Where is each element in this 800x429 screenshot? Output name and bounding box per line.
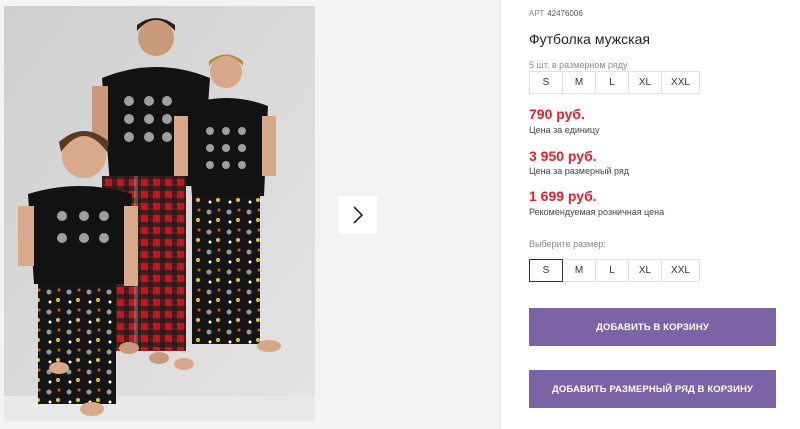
- pack-price: 3 950 руб.: [529, 148, 597, 164]
- size-selector: S M L XL XXL: [529, 259, 700, 282]
- pack-size-note: 5 шт. в размерном ряду: [529, 60, 628, 70]
- pack-price-label: Цена за размерный ряд: [529, 166, 630, 176]
- retail-price: 1 699 руб.: [529, 188, 597, 204]
- product-page: АРТ 42476006 Футболка мужская 5 шт. в раз…: [0, 0, 800, 429]
- article-value: 42476006: [547, 9, 583, 18]
- pack-size-l: L: [595, 71, 629, 94]
- size-option-s[interactable]: S: [529, 259, 563, 282]
- article-number: АРТ 42476006: [529, 9, 583, 18]
- add-to-cart-button[interactable]: Добавить в корзину: [529, 308, 776, 346]
- gallery-next-button[interactable]: [339, 196, 377, 234]
- product-title: Футболка мужская: [529, 31, 650, 47]
- product-gallery: [0, 0, 500, 429]
- size-option-l[interactable]: L: [595, 259, 629, 282]
- pack-size-xxl: XXL: [661, 71, 700, 94]
- pack-size-xl: XL: [628, 71, 662, 94]
- size-option-m[interactable]: M: [562, 259, 596, 282]
- size-option-xl[interactable]: XL: [628, 259, 662, 282]
- unit-price-label: Цена за единицу: [529, 125, 600, 135]
- size-select-label: Выберите размер:: [529, 239, 606, 249]
- unit-price: 790 руб.: [529, 106, 585, 122]
- chevron-right-icon: [353, 206, 364, 224]
- product-photo-illustration: [4, 6, 315, 421]
- size-option-xxl[interactable]: XXL: [661, 259, 700, 282]
- add-pack-to-cart-button[interactable]: Добавить размерный ряд в корзину: [529, 370, 776, 408]
- article-label: АРТ: [529, 9, 545, 18]
- pack-sizes: S M L XL XXL: [529, 71, 700, 94]
- divider: [500, 0, 501, 429]
- retail-price-label: Рекомендуемая розничная цена: [529, 207, 665, 217]
- product-photo[interactable]: [4, 6, 315, 421]
- pack-size-s: S: [529, 71, 563, 94]
- pack-size-m: M: [562, 71, 596, 94]
